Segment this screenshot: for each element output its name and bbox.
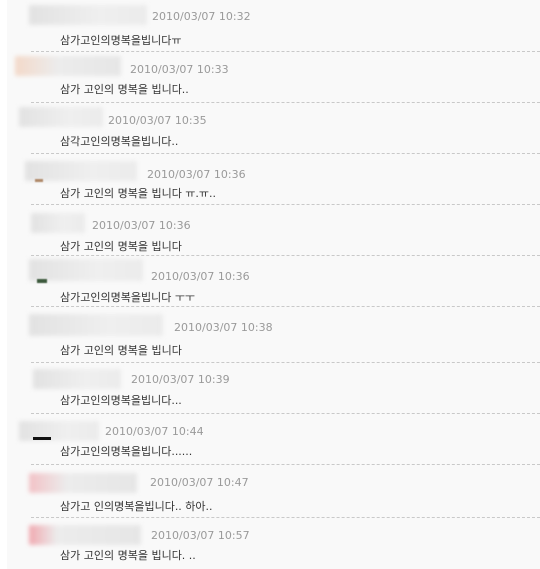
comment-text: 삼가고인의명복을빕니다...... bbox=[60, 445, 193, 458]
comment-timestamp: 2010/03/07 10:36 bbox=[151, 270, 250, 283]
author-name-blurred[interactable] bbox=[31, 213, 85, 233]
comment-text: 삼가고인의명복을빕니다ㅠ bbox=[60, 34, 182, 47]
comment-item: 2010/03/07 10:47 삼가고 인의명복을빕니다.. 하아.. bbox=[7, 464, 540, 515]
comment-text: 삼각고인의명복을빕니다.. bbox=[60, 135, 179, 148]
comment-text: 삼가고인의명복을빕니다... bbox=[60, 394, 182, 407]
avatar-mark bbox=[33, 437, 51, 440]
comment-timestamp: 2010/03/07 10:39 bbox=[131, 373, 230, 386]
comment-divider bbox=[31, 153, 540, 154]
comment-text: 삼가고 인의명복을빕니다.. 하아.. bbox=[60, 500, 213, 513]
comment-divider bbox=[31, 413, 540, 414]
comment-text: 삼가 고인의 명복을 빕니다 ㅠ.ㅠ.. bbox=[60, 187, 217, 200]
comment-timestamp: 2010/03/07 10:47 bbox=[150, 476, 249, 489]
comment-divider bbox=[31, 306, 540, 307]
author-name-blurred[interactable] bbox=[33, 369, 121, 389]
comment-item: 2010/03/07 10:36 삼가 고인의 명복을 빕니다 ㅠ.ㅠ.. bbox=[7, 153, 540, 204]
comment-divider bbox=[31, 102, 540, 103]
author-name-blurred[interactable] bbox=[29, 259, 143, 281]
comment-timestamp: 2010/03/07 10:33 bbox=[130, 63, 229, 76]
comment-divider bbox=[31, 204, 540, 205]
comment-divider bbox=[31, 362, 540, 363]
comment-timestamp: 2010/03/07 10:44 bbox=[105, 425, 204, 438]
comment-divider bbox=[31, 255, 540, 256]
comment-list: 2010/03/07 10:32 삼가고인의명복을빕니다ㅠ 2010/03/07… bbox=[7, 0, 540, 569]
comment-timestamp: 2010/03/07 10:36 bbox=[92, 219, 191, 232]
author-name-blurred[interactable] bbox=[19, 421, 99, 441]
comment-timestamp: 2010/03/07 10:32 bbox=[152, 10, 251, 23]
comment-timestamp: 2010/03/07 10:57 bbox=[151, 529, 250, 542]
comment-text: 삼가 고인의 명복을 빕니다.. bbox=[60, 83, 189, 96]
comment-item: 2010/03/07 10:44 삼가고인의명복을빕니다...... bbox=[7, 413, 540, 464]
comment-text: 삼가 고인의 명복을 빕니다 bbox=[60, 344, 182, 357]
comment-divider bbox=[31, 51, 540, 52]
author-name-blurred[interactable] bbox=[15, 56, 121, 76]
comment-item: 2010/03/07 10:32 삼가고인의명복을빕니다ㅠ bbox=[7, 0, 540, 51]
comment-text: 삼가 고인의 명복을 빕니다 bbox=[60, 240, 182, 253]
comment-item: 2010/03/07 10:36 삼가고인의명복을빕니다 ㅜㅜ bbox=[7, 255, 540, 306]
author-name-blurred[interactable] bbox=[29, 5, 147, 25]
comment-item: 2010/03/07 10:39 삼가고인의명복을빕니다... bbox=[7, 362, 540, 413]
comment-timestamp: 2010/03/07 10:35 bbox=[108, 114, 207, 127]
author-name-blurred[interactable] bbox=[29, 525, 141, 545]
author-name-blurred[interactable] bbox=[19, 107, 103, 127]
comment-divider bbox=[31, 517, 540, 518]
comment-divider bbox=[31, 464, 540, 465]
comment-timestamp: 2010/03/07 10:38 bbox=[174, 321, 273, 334]
avatar-mark bbox=[37, 279, 47, 283]
comment-item: 2010/03/07 10:38 삼가 고인의 명복을 빕니다 bbox=[7, 306, 540, 357]
author-name-blurred[interactable] bbox=[29, 314, 163, 336]
comment-item: 2010/03/07 10:36 삼가 고인의 명복을 빕니다 bbox=[7, 204, 540, 255]
comment-item: 2010/03/07 10:57 삼가 고인의 명복을 빕니다. .. bbox=[7, 517, 540, 568]
comment-text: 삼가고인의명복을빕니다 ㅜㅜ bbox=[60, 291, 196, 304]
comment-timestamp: 2010/03/07 10:36 bbox=[147, 168, 246, 181]
comment-text: 삼가 고인의 명복을 빕니다. .. bbox=[60, 549, 196, 562]
author-name-blurred[interactable] bbox=[29, 473, 137, 493]
author-name-blurred[interactable] bbox=[25, 161, 137, 181]
comment-item: 2010/03/07 10:33 삼가 고인의 명복을 빕니다.. bbox=[7, 51, 540, 102]
comment-item: 2010/03/07 10:35 삼각고인의명복을빕니다.. bbox=[7, 102, 540, 153]
avatar-mark bbox=[35, 179, 43, 182]
